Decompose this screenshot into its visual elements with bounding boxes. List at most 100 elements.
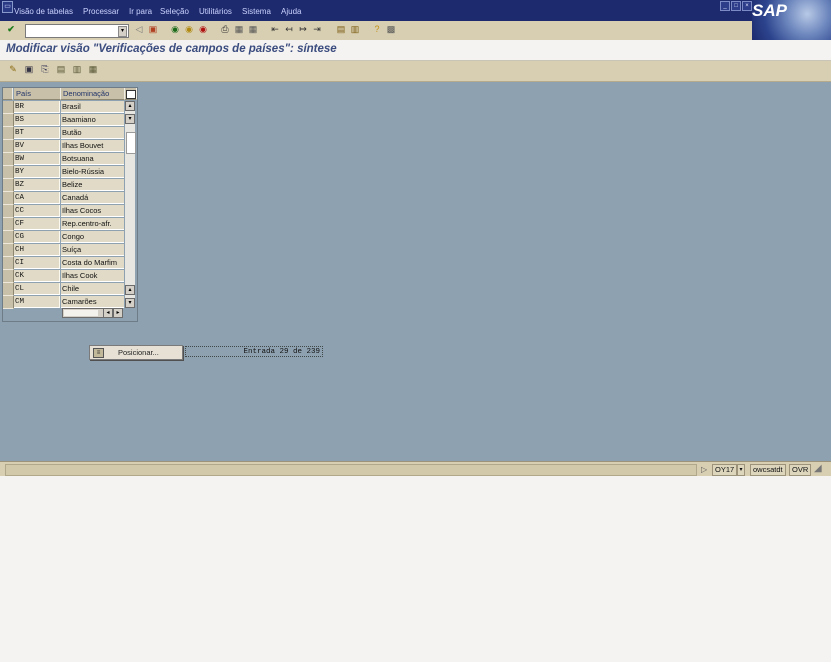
row-selector[interactable] [3, 192, 14, 205]
save-icon[interactable]: ▣ [148, 24, 158, 34]
menu-utilitarios[interactable]: Utilitários [199, 7, 232, 16]
column-header-pais[interactable]: País [14, 88, 61, 100]
country-name-cell[interactable]: Chile [61, 283, 124, 295]
horizontal-scroll-thumb[interactable] [64, 310, 98, 316]
menu-sistema[interactable]: Sistema [242, 7, 271, 16]
country-name-cell[interactable]: Rep.centro-afr. [61, 218, 124, 230]
scroll-last-icon[interactable]: ▾ [125, 298, 135, 308]
row-selector[interactable] [3, 153, 14, 166]
find-icon[interactable]: ▦ [234, 24, 244, 34]
country-code-cell[interactable]: BZ [14, 179, 60, 191]
country-code-cell[interactable]: BT [14, 127, 60, 139]
country-code-cell[interactable]: CI [14, 257, 60, 269]
row-selector[interactable] [3, 296, 14, 309]
close-icon[interactable]: × [742, 1, 752, 11]
find-next-icon[interactable]: ▦ [248, 24, 258, 34]
country-name-cell[interactable]: Botsuana [61, 153, 124, 165]
scroll-thumb[interactable] [126, 132, 136, 154]
undo-change-icon[interactable]: ▥ [72, 64, 82, 74]
row-selector[interactable] [3, 166, 14, 179]
country-name-cell[interactable]: Canadá [61, 192, 124, 204]
layout-menu-icon[interactable]: ▩ [386, 24, 396, 34]
scroll-up-icon[interactable]: ▾ [125, 114, 135, 124]
country-code-cell[interactable]: CG [14, 231, 60, 243]
menu-processar[interactable]: Processar [83, 7, 119, 16]
column-header-denominacao[interactable]: Denominação [61, 88, 125, 100]
menu-ajuda[interactable]: Ajuda [281, 7, 301, 16]
status-expand-icon[interactable]: ▷ [701, 465, 707, 474]
row-selector[interactable] [3, 127, 14, 140]
row-selector[interactable] [3, 270, 14, 283]
status-system-dropdown-icon[interactable]: ▾ [737, 464, 745, 476]
country-code-cell[interactable]: CH [14, 244, 60, 256]
row-selector[interactable] [3, 140, 14, 153]
minimize-icon[interactable]: _ [720, 1, 730, 11]
row-selector[interactable] [3, 283, 14, 296]
country-code-cell[interactable]: CA [14, 192, 60, 204]
country-name-cell[interactable]: Camarões [61, 296, 124, 308]
vertical-scrollbar[interactable]: ▴ ▾ ▴ ▾ [125, 101, 136, 308]
previous-page-icon[interactable]: ↤ [284, 24, 294, 34]
cancel-icon[interactable]: ◉ [198, 24, 208, 34]
country-name-cell[interactable]: Baamiano [61, 114, 124, 126]
row-selector-header[interactable] [3, 88, 13, 100]
row-selector[interactable] [3, 101, 14, 114]
country-code-cell[interactable]: BV [14, 140, 60, 152]
history-back-icon[interactable]: ◁ [134, 24, 144, 34]
country-name-cell[interactable]: Ilhas Bouvet [61, 140, 124, 152]
select-all-icon[interactable]: ▦ [88, 64, 98, 74]
country-name-cell[interactable]: Congo [61, 231, 124, 243]
row-selector[interactable] [3, 218, 14, 231]
country-name-cell[interactable]: Suíça [61, 244, 124, 256]
country-code-cell[interactable]: CF [14, 218, 60, 230]
row-selector[interactable] [3, 231, 14, 244]
country-name-cell[interactable]: Costa do Marfim [61, 257, 124, 269]
country-code-cell[interactable]: BR [14, 101, 60, 113]
help-icon[interactable]: ? [372, 24, 382, 34]
command-field[interactable]: ▾ [25, 24, 129, 38]
next-page-icon[interactable]: ↦ [298, 24, 308, 34]
scroll-down-icon[interactable]: ▴ [125, 285, 135, 295]
country-code-cell[interactable]: CK [14, 270, 60, 282]
copy-icon[interactable]: ⎘ [40, 64, 50, 74]
position-button[interactable]: ≡ Posicionar... [89, 345, 183, 360]
row-selector[interactable] [3, 179, 14, 192]
horizontal-scrollbar[interactable]: ◂ ▸ [62, 308, 123, 318]
enter-check-icon[interactable]: ✔ [6, 24, 16, 34]
country-code-cell[interactable]: CC [14, 205, 60, 217]
country-code-cell[interactable]: BW [14, 153, 60, 165]
country-code-cell[interactable]: BS [14, 114, 60, 126]
row-selector[interactable] [3, 205, 14, 218]
menu-ir-para[interactable]: Ir para [129, 7, 152, 16]
scroll-left-icon[interactable]: ◂ [103, 308, 113, 318]
country-code-cell[interactable]: CM [14, 296, 60, 308]
country-name-cell[interactable]: Brasil [61, 101, 124, 113]
back-icon[interactable]: ◉ [170, 24, 180, 34]
display-change-icon[interactable]: ✎ [8, 64, 18, 74]
country-code-cell[interactable]: BY [14, 166, 60, 178]
country-code-cell[interactable]: CL [14, 283, 60, 295]
shortcut-icon[interactable]: ▥ [350, 24, 360, 34]
scroll-first-icon[interactable]: ▴ [125, 101, 135, 111]
exit-icon[interactable]: ◉ [184, 24, 194, 34]
row-selector[interactable] [3, 257, 14, 270]
delete-icon[interactable]: ▤ [56, 64, 66, 74]
country-name-cell[interactable]: Belize [61, 179, 124, 191]
country-name-cell[interactable]: Bielo-Rússia [61, 166, 124, 178]
system-menu-icon[interactable]: ▭ [2, 1, 13, 13]
menu-visao-de-tabelas[interactable]: Visão de tabelas [14, 7, 73, 16]
print-icon[interactable]: ⎙ [220, 24, 230, 34]
table-settings-icon[interactable] [125, 88, 137, 100]
first-page-icon[interactable]: ⇤ [270, 24, 280, 34]
resize-grip-icon[interactable]: ◢ [814, 463, 822, 475]
command-history-icon[interactable]: ▾ [118, 26, 127, 37]
new-entries-icon[interactable]: ▣ [24, 64, 34, 74]
row-selector[interactable] [3, 244, 14, 257]
create-session-icon[interactable]: ▤ [336, 24, 346, 34]
country-name-cell[interactable]: Butão [61, 127, 124, 139]
last-page-icon[interactable]: ⇥ [312, 24, 322, 34]
country-name-cell[interactable]: Ilhas Cocos [61, 205, 124, 217]
country-name-cell[interactable]: Ilhas Cook [61, 270, 124, 282]
menu-selecao[interactable]: Seleção [160, 7, 189, 16]
row-selector[interactable] [3, 114, 14, 127]
